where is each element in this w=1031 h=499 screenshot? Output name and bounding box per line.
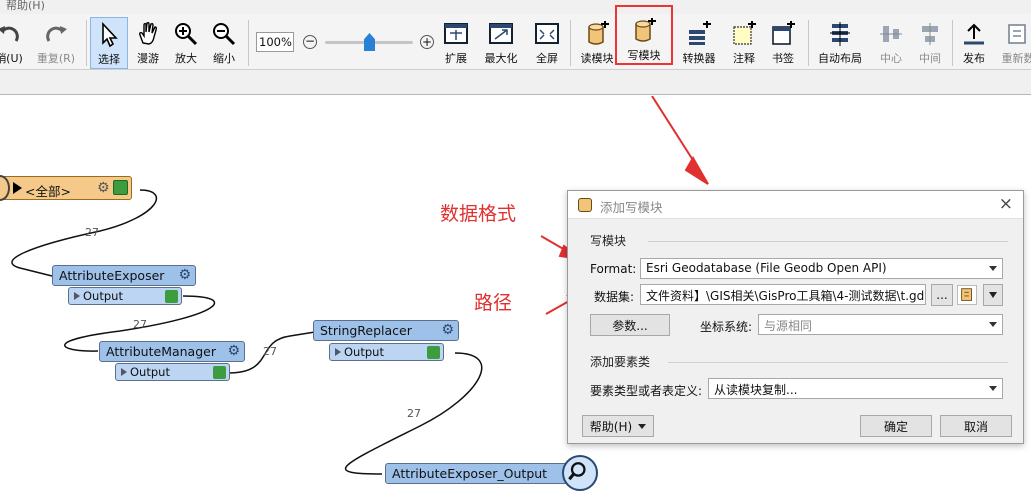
- extend-button[interactable]: 扩展: [438, 17, 474, 69]
- separator: [808, 20, 809, 66]
- auto-layout-icon: [830, 22, 850, 46]
- menu-bar: 帮助(H): [0, 0, 1031, 14]
- add-writer-dialog[interactable]: 添加写模块 × 写模块 Format: Esri Geodatabase (Fi…: [567, 190, 1024, 444]
- redo-icon: [46, 26, 67, 42]
- browse-button[interactable]: ...: [931, 284, 953, 306]
- dataset-field[interactable]: 文件资料】\GIS相关\GisPro工具箱\4-测试数据\t.gdb: [640, 284, 926, 305]
- ok-button[interactable]: 确定: [860, 415, 932, 437]
- separator: [86, 20, 87, 66]
- relayout-icon: [1008, 24, 1026, 44]
- bookmark-button[interactable]: 书签: [767, 17, 799, 69]
- zoom-minus-icon[interactable]: −: [303, 35, 317, 49]
- publish-button[interactable]: 发布: [958, 17, 990, 69]
- add-annotation-icon: [733, 21, 756, 45]
- writer-button[interactable]: 写模块: [615, 5, 673, 65]
- hand-icon: [139, 21, 158, 45]
- chevron-down-icon: [989, 322, 997, 327]
- writer-dialog-icon: [578, 198, 592, 212]
- zoom-plus-icon[interactable]: +: [420, 35, 434, 49]
- group-divider: [648, 241, 1008, 242]
- align-middle-icon: [922, 23, 938, 45]
- close-icon[interactable]: ×: [999, 194, 1013, 214]
- add-bookmark-icon: [772, 21, 795, 45]
- fullscreen-button[interactable]: 全屏: [530, 17, 564, 69]
- zoom-slider-thumb[interactable]: [364, 33, 375, 51]
- dialog-title: 添加写模块: [600, 200, 663, 215]
- group-divider: [668, 362, 1008, 363]
- format-select[interactable]: Esri Geodatabase (File Geodb Open API): [640, 258, 1003, 279]
- menu-help[interactable]: 帮助(H): [6, 0, 45, 13]
- separator: [570, 20, 571, 66]
- cancel-button[interactable]: 取消: [940, 415, 1012, 437]
- writer-group-label: 写模块: [590, 234, 627, 248]
- undo-button[interactable]: 销(U): [0, 17, 23, 69]
- undo-icon: [0, 26, 19, 42]
- separator: [248, 20, 249, 66]
- chevron-down-icon: [989, 386, 997, 391]
- dataset-options-icon[interactable]: [957, 285, 977, 305]
- pan-button[interactable]: 漫游: [132, 17, 164, 69]
- parameters-button[interactable]: 参数...: [590, 314, 670, 336]
- chevron-down-icon: [638, 423, 647, 429]
- add-transformer-icon: [689, 21, 711, 45]
- dataset-menu-button[interactable]: [983, 284, 1003, 306]
- annotation-path: 路径: [474, 292, 513, 314]
- cursor-arrow-icon: [102, 22, 118, 48]
- format-label: Format:: [590, 262, 637, 276]
- redo-button[interactable]: 重复(R): [34, 17, 78, 69]
- transformer-button[interactable]: 转换器: [679, 17, 719, 69]
- magnifier-minus-icon: [213, 23, 236, 46]
- relayout-button[interactable]: 重新数: [998, 17, 1031, 69]
- extend-view-icon: [444, 23, 468, 44]
- publish-icon: [964, 23, 984, 45]
- middle-button[interactable]: 中间: [914, 17, 946, 69]
- zoom-level-field[interactable]: 100%: [256, 32, 294, 52]
- add-writer-icon: [635, 18, 656, 42]
- maximize-icon: [489, 23, 513, 44]
- align-center-icon: [880, 26, 902, 42]
- chevron-down-icon: [989, 266, 997, 271]
- separator: [952, 20, 953, 66]
- fullscreen-icon: [535, 23, 559, 44]
- magnifier-plus-icon: [175, 23, 198, 46]
- annotation-button[interactable]: 注释: [728, 17, 760, 69]
- help-button[interactable]: 帮助(H): [582, 415, 654, 437]
- zoom-slider[interactable]: [325, 33, 413, 51]
- center-button[interactable]: 中心: [876, 17, 906, 69]
- autolayout-button[interactable]: 自动布局: [814, 17, 866, 69]
- annotation-data-format: 数据格式: [440, 203, 517, 225]
- zoom-out-button[interactable]: 缩小: [208, 17, 240, 69]
- select-button[interactable]: 选择: [90, 17, 128, 69]
- feature-class-group-label: 添加要素类: [590, 355, 651, 369]
- zoom-in-button[interactable]: 放大: [170, 17, 202, 69]
- feature-type-select[interactable]: 从读模块复制...: [708, 378, 1003, 399]
- maximize-button[interactable]: 最大化: [481, 17, 521, 69]
- tab-strip: [0, 70, 1031, 95]
- crs-label: 坐标系统:: [700, 320, 753, 334]
- add-reader-icon: [588, 21, 609, 45]
- toolbar: 销(U) 重复(R) 选择 漫游 放大 缩小 100% − + 扩展 最大化 全…: [0, 5, 1031, 70]
- dialog-title-bar: 添加写模块 ×: [568, 191, 1023, 219]
- dataset-label: 数据集:: [594, 290, 635, 304]
- feature-type-label: 要素类型或者表定义:: [590, 384, 703, 398]
- reader-button[interactable]: 读模块: [577, 17, 617, 69]
- crs-select[interactable]: 与源相同: [758, 314, 1003, 335]
